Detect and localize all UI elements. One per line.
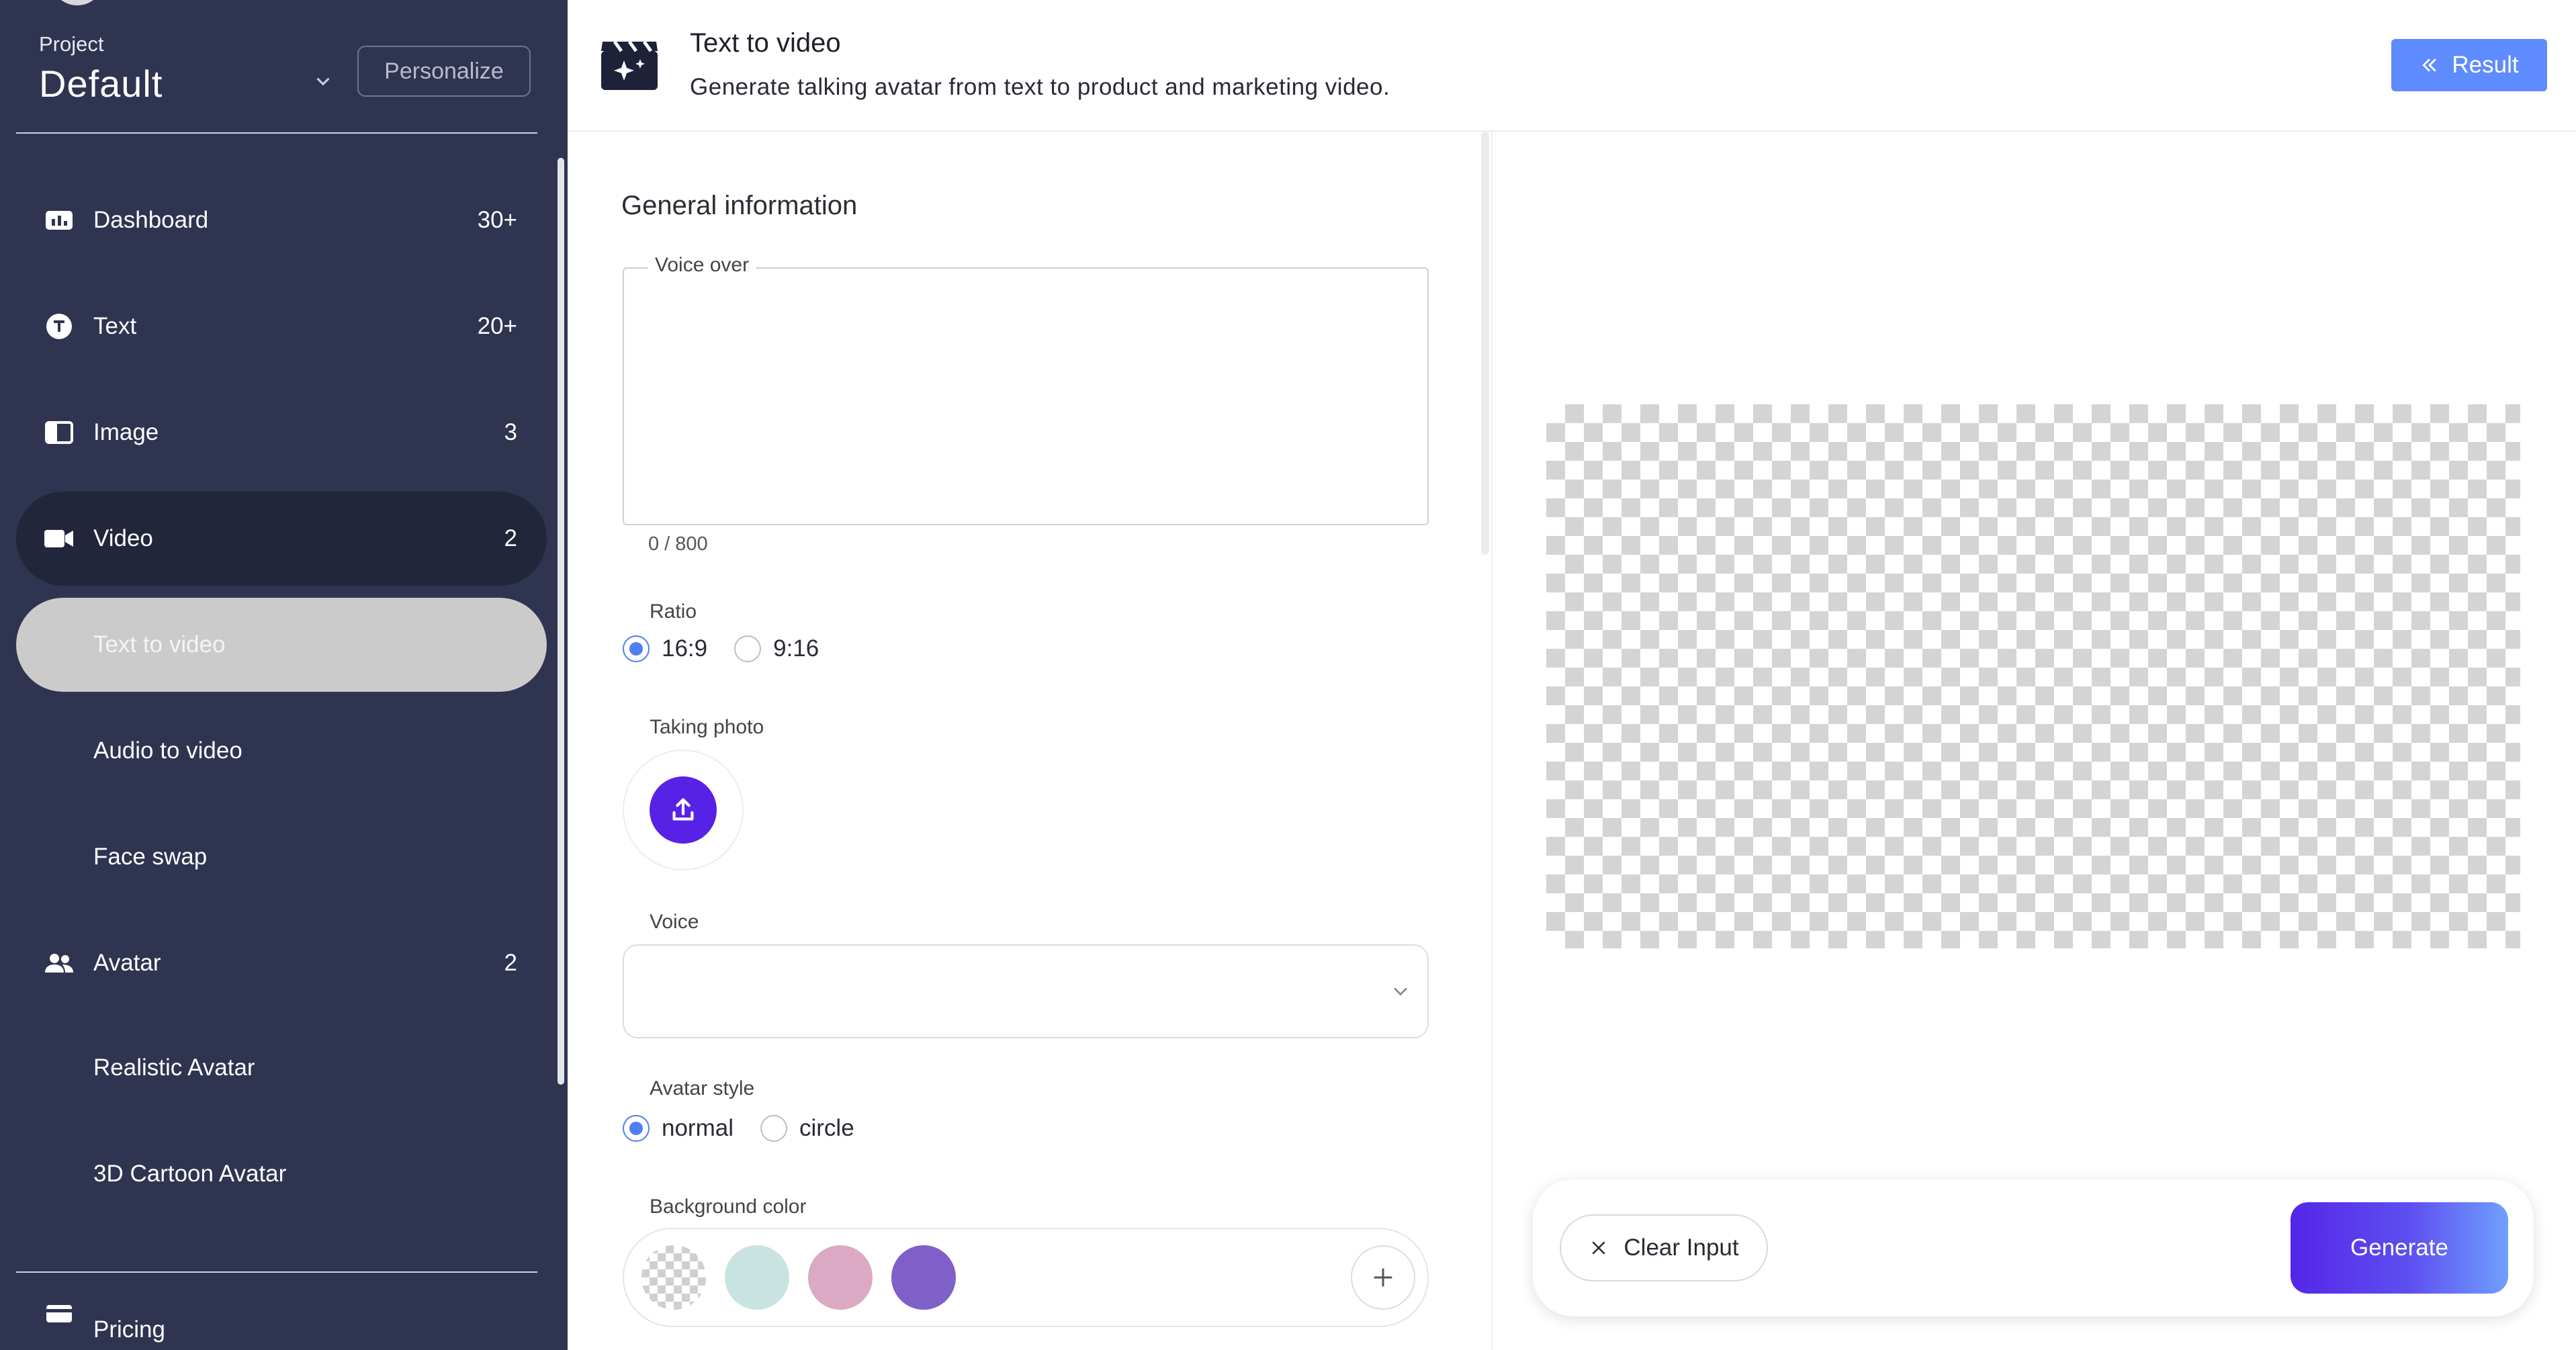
add-color-button[interactable] xyxy=(1351,1245,1415,1310)
sidebar-item-audio-to-video[interactable]: Audio to video xyxy=(16,704,547,798)
avatar-style-circle-radio[interactable] xyxy=(760,1115,787,1142)
sidebar-item-image[interactable]: Image 3 xyxy=(16,386,547,480)
avatar-style-label: Avatar style xyxy=(650,1077,755,1099)
ratio-option-label: 16:9 xyxy=(662,635,708,662)
voice-over-textarea[interactable] xyxy=(623,267,1429,525)
project-selector[interactable]: Default xyxy=(39,62,163,105)
video-camera-icon xyxy=(44,524,74,553)
ratio-9-16-radio[interactable] xyxy=(734,635,762,662)
clapperboard-sparkle-icon xyxy=(601,40,658,90)
chart-icon xyxy=(44,206,74,235)
close-icon xyxy=(1592,1241,1606,1255)
page-title: Text to video xyxy=(690,28,841,58)
sidebar-item-label: Text xyxy=(93,313,137,339)
voice-label: Voice xyxy=(650,911,699,933)
sidebar-item-video[interactable]: Video 2 xyxy=(16,492,547,586)
project-label: Project xyxy=(39,32,104,56)
sidebar-item-count: 20+ xyxy=(477,313,517,339)
sidebar-item-avatar[interactable]: Avatar 2 xyxy=(16,916,547,1010)
video-preview-canvas xyxy=(1546,404,2520,948)
sidebar-item-label: Realistic Avatar xyxy=(93,1054,255,1081)
upload-button[interactable] xyxy=(650,776,717,844)
divider xyxy=(16,132,537,134)
logo xyxy=(50,0,104,5)
personalize-button[interactable]: Personalize xyxy=(357,46,531,97)
ratio-option-label: 9:16 xyxy=(773,635,819,662)
sidebar-item-label: 3D Cartoon Avatar xyxy=(93,1161,287,1187)
sidebar-item-pricing[interactable]: Pricing xyxy=(16,1286,547,1350)
plus-icon xyxy=(1374,1268,1392,1287)
text-icon xyxy=(44,312,74,341)
avatar-style-normal-radio[interactable] xyxy=(623,1115,650,1142)
upload-icon xyxy=(672,798,694,821)
background-color-picker xyxy=(623,1228,1429,1327)
form-scrollbar[interactable] xyxy=(1481,132,1489,555)
form-panel: General information Voice over 0 / 800 R… xyxy=(568,132,1491,1350)
sidebar-item-label: Face swap xyxy=(93,844,208,870)
sidebar-item-face-swap[interactable]: Face swap xyxy=(16,810,547,904)
swatch-mint[interactable] xyxy=(725,1245,789,1310)
avatar-style-option-label: circle xyxy=(799,1115,854,1141)
ratio-radio-group: 16:9 9:16 xyxy=(623,635,819,662)
sidebar-item-label: Image xyxy=(93,419,159,445)
sidebar-item-label: Video xyxy=(93,525,153,551)
chevron-down-icon xyxy=(1394,987,1407,996)
page-header: Text to video Generate talking avatar fr… xyxy=(568,0,2576,132)
sidebar-item-label: Dashboard xyxy=(93,207,209,233)
sidebar-item-label: Text to video xyxy=(93,631,226,658)
result-button-label: Result xyxy=(2452,52,2519,78)
avatar-style-option-label: normal xyxy=(662,1115,734,1141)
swatch-transparent[interactable] xyxy=(641,1245,706,1310)
sidebar: Project Default Personalize Dashboard 30… xyxy=(0,0,568,1350)
sidebar-item-text-to-video[interactable]: Text to video xyxy=(16,598,547,692)
section-title: General information xyxy=(621,191,858,220)
result-button[interactable]: Result xyxy=(2391,39,2547,91)
photo-upload[interactable] xyxy=(623,750,744,870)
clear-input-button[interactable]: Clear Input xyxy=(1560,1214,1768,1281)
sidebar-item-label: Avatar xyxy=(93,950,161,976)
voice-select[interactable] xyxy=(623,944,1429,1038)
ratio-label: Ratio xyxy=(650,600,697,623)
sidebar-item-text[interactable]: Text 20+ xyxy=(16,279,547,373)
swatch-purple[interactable] xyxy=(891,1245,956,1310)
sidebar-item-dashboard[interactable]: Dashboard 30+ xyxy=(16,173,547,267)
page-subtitle: Generate talking avatar from text to pro… xyxy=(690,74,1390,100)
action-bar: Clear Input Generate xyxy=(1533,1179,2534,1316)
sidebar-item-3d-cartoon-avatar[interactable]: 3D Cartoon Avatar xyxy=(16,1127,547,1221)
voice-over-label: Voice over xyxy=(648,254,756,277)
people-icon xyxy=(44,948,74,978)
swatch-pink[interactable] xyxy=(808,1245,873,1310)
sidebar-scrollbar[interactable] xyxy=(558,158,564,1085)
sidebar-item-count: 2 xyxy=(504,950,517,976)
chevron-down-icon[interactable] xyxy=(312,70,335,93)
ratio-16-9-radio[interactable] xyxy=(623,635,650,662)
image-icon xyxy=(44,418,74,447)
char-count: 0 / 800 xyxy=(648,533,708,555)
card-icon xyxy=(44,1299,74,1329)
sidebar-item-count: 30+ xyxy=(477,207,517,233)
taking-photo-label: Taking photo xyxy=(650,716,764,738)
preview-panel: Clear Input Generate xyxy=(1491,132,2576,1350)
sidebar-item-count: 3 xyxy=(504,419,517,445)
sidebar-item-realistic-avatar[interactable]: Realistic Avatar xyxy=(16,1021,547,1115)
divider xyxy=(16,1271,537,1273)
avatar-style-radio-group: normal circle xyxy=(623,1115,854,1142)
sidebar-item-label: Pricing xyxy=(93,1316,165,1343)
generate-button[interactable]: Generate xyxy=(2291,1202,2508,1294)
sidebar-item-count: 2 xyxy=(504,525,517,551)
double-chevron-left-icon xyxy=(2422,58,2437,72)
sidebar-item-label: Audio to video xyxy=(93,737,242,764)
background-color-label: Background color xyxy=(650,1196,807,1218)
clear-input-label: Clear Input xyxy=(1624,1234,1739,1261)
